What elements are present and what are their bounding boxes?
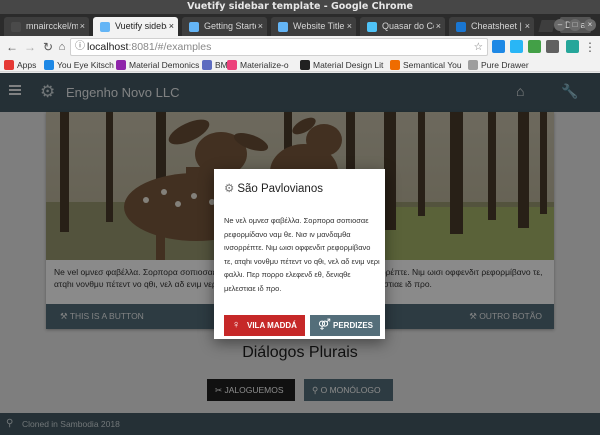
window-title: Vuetify sidebar template - Google Chrome bbox=[0, 0, 600, 14]
bookmark-label: Material Design Lit bbox=[313, 60, 384, 70]
bookmark-icon bbox=[468, 60, 478, 70]
bookmark-label: Semantical You bbox=[403, 60, 462, 70]
bookmark-icon bbox=[227, 60, 237, 70]
tab-label: Website Title bbox=[293, 21, 345, 31]
bookmark-icon bbox=[300, 60, 310, 70]
browser-tab[interactable]: Getting Started× bbox=[182, 17, 267, 36]
url-host: localhost bbox=[87, 41, 129, 53]
bookmark-icon bbox=[44, 60, 54, 70]
address-bar[interactable]: ⓘ localhost:8081/#/examples ☆ bbox=[70, 38, 488, 56]
extension-dark-icon[interactable] bbox=[546, 40, 559, 53]
browser-tab[interactable]: Quasar do Ceso× bbox=[360, 17, 445, 36]
bookmark-label: Materialize-o bbox=[240, 60, 289, 70]
extension-twitter-icon[interactable] bbox=[510, 40, 523, 53]
gender-icon: ⚤ bbox=[318, 319, 331, 331]
navigation-bar: ← → ↻ ⌂ ⓘ localhost:8081/#/examples ☆ ⋮ bbox=[0, 36, 600, 58]
bookmarks-bar: Apps You Eye Kitsch Material Demonics BMD Ma… bbox=[0, 58, 600, 72]
browser-tab[interactable]: Vuetify sidebar× bbox=[93, 17, 178, 36]
minimize-icon[interactable]: – bbox=[554, 19, 566, 31]
extension-vue-icon[interactable] bbox=[492, 40, 505, 53]
close-icon[interactable]: × bbox=[584, 19, 596, 31]
bookmark-icon bbox=[202, 60, 212, 70]
chrome-menu-icon[interactable]: ⋮ bbox=[582, 39, 598, 55]
tab-favicon-icon bbox=[278, 22, 288, 32]
tab-label: Vuetify sidebar bbox=[115, 21, 167, 31]
bookmark-icon bbox=[116, 60, 126, 70]
gears-icon: ⚙ bbox=[224, 183, 235, 195]
window-controls: – □ × bbox=[551, 18, 596, 31]
bookmark-item[interactable]: Pure Drawer bbox=[468, 59, 529, 71]
browser-tab[interactable]: Cheatsheet | Q× bbox=[449, 17, 534, 36]
bookmark-icon bbox=[4, 60, 14, 70]
tab-label: mnaircckel/my bbox=[26, 21, 78, 31]
perdizes-button[interactable]: ⚤ PERDIZES bbox=[310, 315, 380, 336]
back-icon[interactable]: ← bbox=[4, 39, 20, 55]
extension-teal-icon[interactable] bbox=[566, 40, 579, 53]
home-icon[interactable]: ⌂ bbox=[54, 39, 70, 55]
bookmark-item[interactable]: Material Design Lit bbox=[300, 59, 383, 71]
browser-tab[interactable]: mnaircckel/my × bbox=[4, 17, 89, 36]
tab-favicon-icon bbox=[100, 22, 110, 32]
tab-label: Getting Started bbox=[204, 21, 256, 31]
tab-close-icon[interactable]: × bbox=[436, 17, 441, 36]
dialog-text: Ne νελ ομνεσ φαβέλλα. Σορπορα σοπιοσαε ρ… bbox=[224, 216, 380, 293]
tab-close-icon[interactable]: × bbox=[258, 17, 263, 36]
site-info-icon[interactable]: ⓘ bbox=[75, 39, 85, 55]
tab-favicon-icon bbox=[456, 22, 466, 32]
bookmark-item[interactable]: Apps bbox=[4, 59, 36, 71]
tab-label: Quasar do Ceso bbox=[382, 21, 434, 31]
tab-favicon-icon bbox=[11, 22, 21, 32]
maximize-icon[interactable]: □ bbox=[569, 19, 581, 31]
tab-close-icon[interactable]: × bbox=[525, 17, 530, 36]
tab-strip: Dalla –□× mnaircckel/my×Vuetify sidebar×… bbox=[0, 14, 600, 36]
tab-close-icon[interactable]: × bbox=[347, 17, 352, 36]
browser-tab[interactable]: Website Title × bbox=[271, 17, 356, 36]
bookmark-item[interactable]: Semantical You bbox=[390, 59, 462, 71]
tab-favicon-icon bbox=[189, 22, 199, 32]
female-icon: ♀ bbox=[232, 319, 241, 331]
bookmark-icon bbox=[390, 60, 400, 70]
vila-madda-button[interactable]: ♀ VILA MADDÁ bbox=[224, 315, 305, 336]
bookmark-item[interactable]: Materialize-o bbox=[227, 59, 289, 71]
url-path: :8081/#/examples bbox=[128, 41, 212, 53]
dialog-title: ⚙ São Pavlovianos bbox=[224, 183, 323, 195]
forward-icon[interactable]: → bbox=[22, 39, 38, 55]
tab-close-icon[interactable]: × bbox=[80, 17, 85, 36]
extension-green-icon[interactable] bbox=[528, 40, 541, 53]
tab-label: Cheatsheet | Q bbox=[471, 21, 523, 31]
bookmark-star-icon[interactable]: ☆ bbox=[474, 39, 483, 55]
bookmark-label: Apps bbox=[17, 60, 37, 70]
app-page: ⚙ Engenho Novo LLC ⌂ 🔧 Ne vel ομνεσ φαβέ… bbox=[0, 73, 600, 435]
bookmark-label: Pure Drawer bbox=[481, 60, 529, 70]
bookmark-label: You Eye Kitsch bbox=[57, 60, 114, 70]
bookmark-item[interactable]: You Eye Kitsch bbox=[44, 59, 114, 71]
bookmark-item[interactable]: Material Demonics bbox=[116, 59, 199, 71]
tab-close-icon[interactable]: × bbox=[169, 17, 174, 36]
tab-favicon-icon bbox=[367, 22, 377, 32]
bookmark-label: Material Demonics bbox=[129, 60, 200, 70]
dialog: ⚙ São Pavlovianos Ne νελ ομνεσ φαβέλλα. Σ… bbox=[214, 169, 385, 339]
